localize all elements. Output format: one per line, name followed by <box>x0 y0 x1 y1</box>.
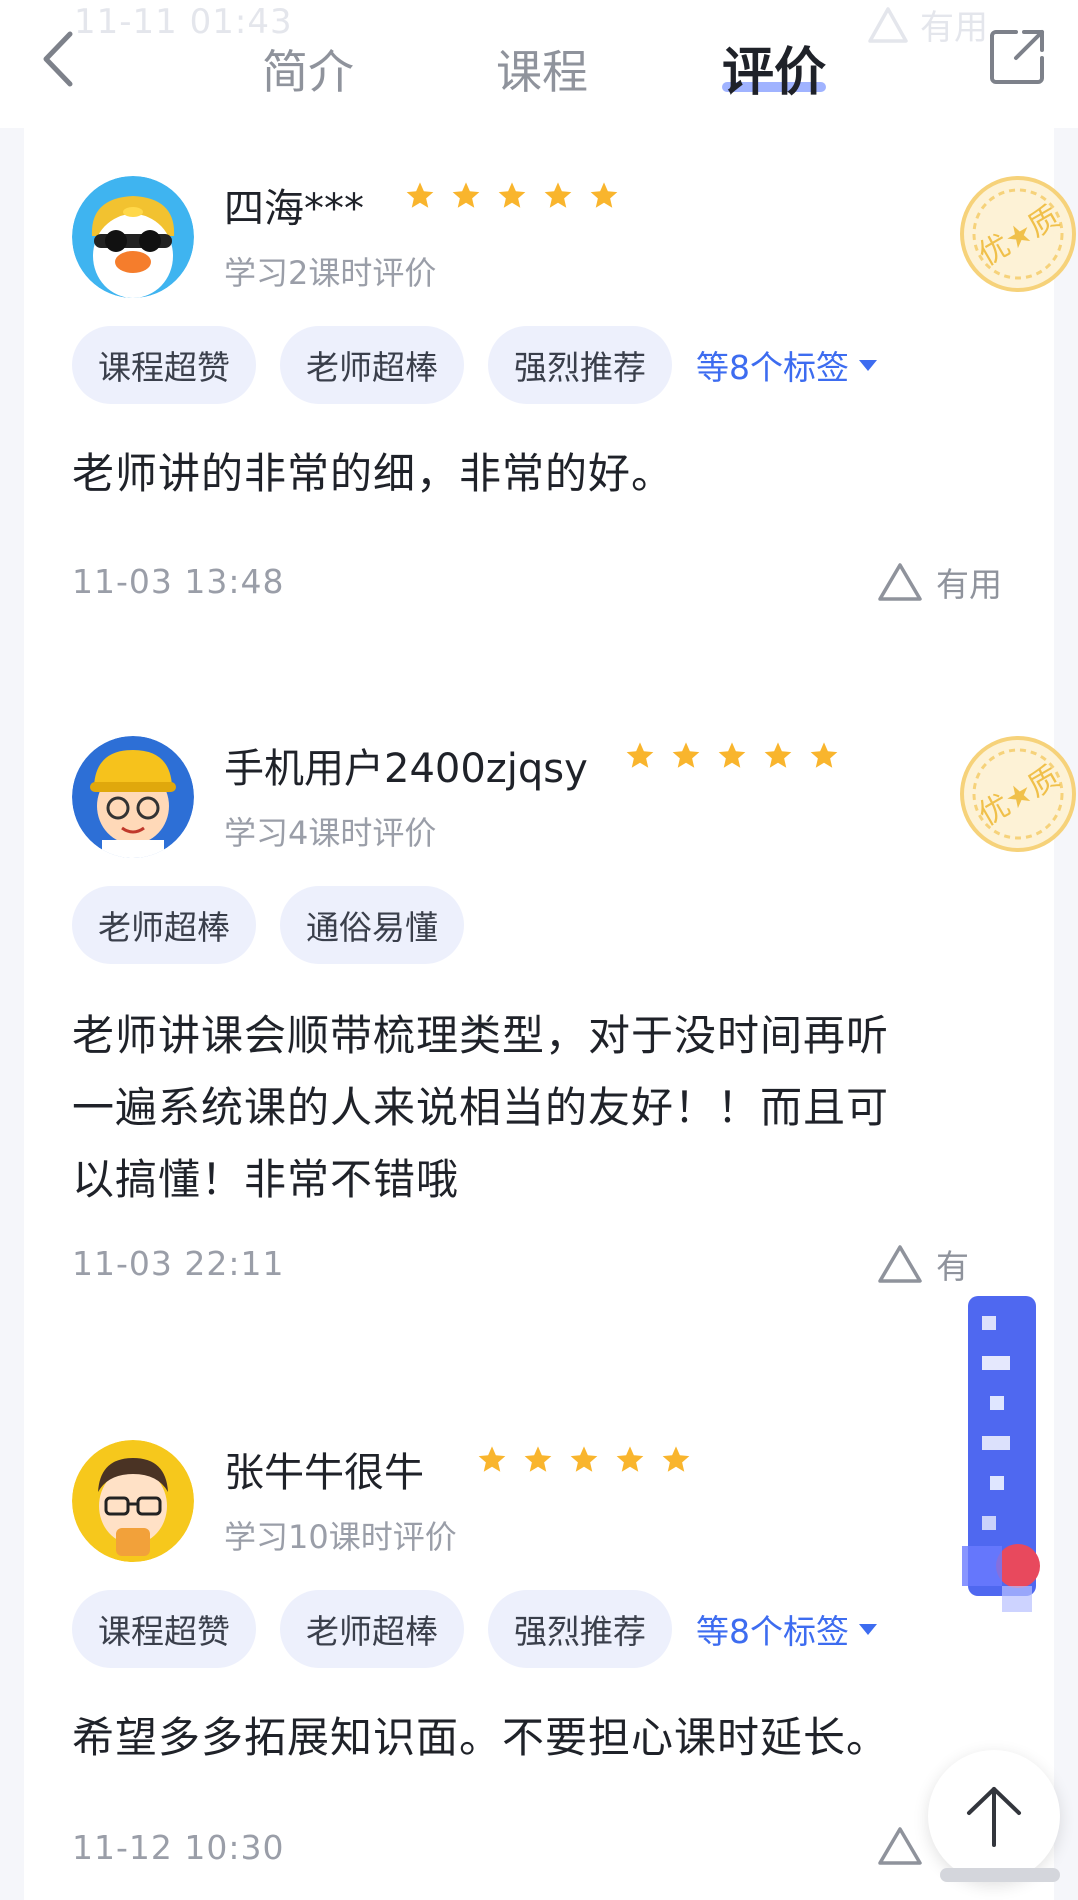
top-nav-bar: 11-11 01:43 有用 简介 课程 评价 <box>0 0 1078 128</box>
useful-button[interactable]: 有用 <box>876 558 1002 606</box>
triangle-up-icon <box>878 1827 922 1865</box>
tag-chip: 强烈推荐 <box>488 326 672 404</box>
star-rating <box>404 180 620 212</box>
study-hours: 学习4课时评价 <box>224 814 437 852</box>
scroll-to-top-button[interactable] <box>928 1750 1060 1882</box>
more-tags-label: 等8个标签 <box>696 348 849 387</box>
tag-chip: 强烈推荐 <box>488 1590 672 1668</box>
share-button[interactable] <box>986 24 1050 88</box>
duck-avatar-icon <box>72 176 194 298</box>
tag-list: 老师超棒 通俗易懂 <box>72 886 464 964</box>
review-text-line: 一遍系统课的人来说相当的友好！！而且可 <box>72 1083 890 1132</box>
ghost-useful-label: 有用 <box>920 8 988 48</box>
review-timestamp: 11-03 22:11 <box>72 1244 285 1283</box>
tag-chip: 老师超棒 <box>280 1590 464 1668</box>
floating-assistant-widget[interactable] <box>962 1296 1042 1616</box>
star-icon <box>672 742 700 768</box>
user-name: 手机用户2400zjqsy <box>224 746 588 792</box>
tag-list: 课程超赞 老师超棒 强烈推荐 等8个标签 <box>72 326 879 404</box>
user-name: 四海*** <box>224 186 364 232</box>
review-text: 老师讲课会顺带梳理类型，对于没时间再听 一遍系统课的人来说相当的友好！！而且可 … <box>72 1000 1012 1216</box>
home-indicator <box>940 1868 1060 1882</box>
triangle-up-icon <box>878 1245 922 1283</box>
star-icon <box>718 742 746 768</box>
more-tags-button[interactable]: 等8个标签 <box>696 341 879 389</box>
star-icon <box>764 742 792 768</box>
review-text: 老师讲的非常的细，非常的好。 <box>72 449 675 498</box>
useful-triangle-icon <box>868 6 908 43</box>
star-icon <box>524 1446 552 1472</box>
review-text-line: 老师讲课会顺带梳理类型，对于没时间再听 <box>72 1011 890 1060</box>
user-name: 张牛牛很牛 <box>224 1450 424 1496</box>
avatar[interactable] <box>72 1440 194 1562</box>
quality-badge-icon: 优★质 <box>960 736 1076 852</box>
tab-intro[interactable]: 简介 <box>262 36 354 102</box>
star-icon <box>498 182 526 208</box>
star-icon <box>570 1446 598 1472</box>
tab-course[interactable]: 课程 <box>496 36 588 102</box>
avatar[interactable] <box>72 176 194 298</box>
useful-button[interactable] <box>876 1824 924 1868</box>
star-icon <box>406 182 434 208</box>
review-timestamp: 11-03 13:48 <box>72 562 285 601</box>
back-button[interactable] <box>30 24 90 94</box>
tab-reviews[interactable]: 评价 <box>722 30 826 105</box>
arrow-up-icon <box>967 1787 1021 1847</box>
review-text: 希望多多拓展知识面。不要担心课时延长。 <box>72 1713 890 1762</box>
reviews-page: 11-11 01:43 有用 简介 课程 评价 四海*** 学习2课时评价 优★… <box>0 0 1078 1900</box>
tag-chip: 课程超赞 <box>72 1590 256 1668</box>
chevron-left-icon <box>43 31 73 87</box>
star-icon <box>626 742 654 768</box>
star-icon <box>590 182 618 208</box>
ghost-useful: 有用 <box>866 0 988 49</box>
star-rating <box>624 740 840 772</box>
tag-chip: 通俗易懂 <box>280 886 464 964</box>
avatar[interactable] <box>72 736 194 858</box>
more-tags-label: 等8个标签 <box>696 1612 849 1651</box>
useful-label: 有用 <box>936 565 1002 604</box>
caret-down-icon <box>859 360 877 371</box>
study-hours: 学习2课时评价 <box>224 254 437 292</box>
review-list: 四海*** 学习2课时评价 优★质 课程超赞 老师超棒 强烈推荐 等8个标签 老… <box>24 128 1076 1900</box>
share-icon <box>990 30 1044 84</box>
tag-chip: 课程超赞 <box>72 326 256 404</box>
study-hours: 学习10课时评价 <box>224 1518 457 1556</box>
more-tags-button[interactable]: 等8个标签 <box>696 1605 879 1653</box>
triangle-up-icon <box>878 563 922 601</box>
useful-label: 有 <box>936 1247 969 1286</box>
tag-chip: 老师超棒 <box>72 886 256 964</box>
ghost-timestamp: 11-11 01:43 <box>74 2 293 42</box>
caret-down-icon <box>859 1624 877 1635</box>
worker-avatar-icon <box>72 736 194 858</box>
review-timestamp: 11-12 10:30 <box>72 1828 285 1867</box>
star-icon <box>544 182 572 208</box>
star-rating <box>476 1444 692 1476</box>
star-icon <box>662 1446 690 1472</box>
quality-badge-icon: 优★质 <box>960 176 1076 292</box>
tag-chip: 老师超棒 <box>280 326 464 404</box>
star-icon <box>452 182 480 208</box>
star-icon <box>616 1446 644 1472</box>
star-icon <box>810 742 838 768</box>
glasses-man-avatar-icon <box>72 1440 194 1562</box>
star-icon <box>478 1446 506 1472</box>
useful-button[interactable]: 有 <box>876 1240 969 1288</box>
tag-list: 课程超赞 老师超棒 强烈推荐 等8个标签 <box>72 1590 879 1668</box>
review-text-line: 以搞懂！非常不错哦 <box>72 1155 460 1204</box>
